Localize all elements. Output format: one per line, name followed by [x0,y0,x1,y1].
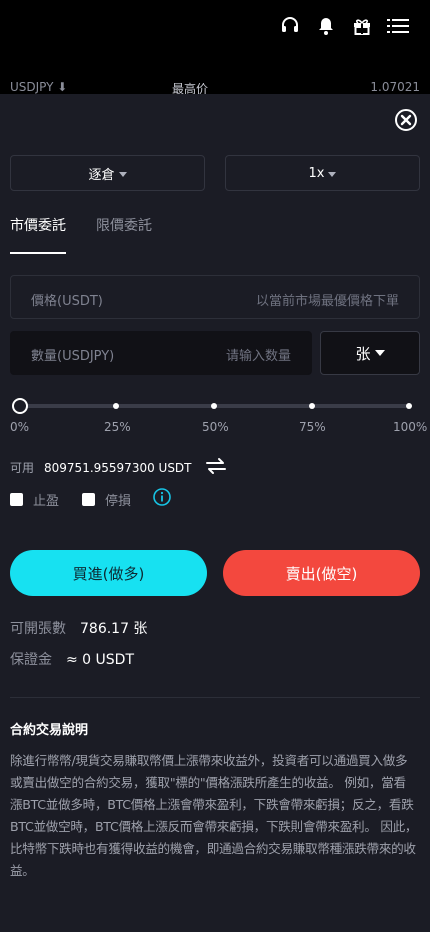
ticker-symbol[interactable]: USDJPY ⬇ [10,80,67,94]
slider-tick-label: 75% [299,420,326,434]
tab-market-order[interactable]: 市價委託 [10,215,66,235]
margin-value: ≈ 0 USDT [66,652,135,668]
margin-mode-value: 逐倉 [88,167,115,183]
chevron-down-icon [328,171,337,177]
margin-label: 保證金 [10,652,52,668]
ticker-row: USDJPY ⬇ 最高价 1.07021 [0,52,430,96]
openable-contracts: 可開張數 786.17 张 [10,618,147,638]
chevron-down-icon [374,350,385,356]
order-panel: 逐倉 1x 市價委託 限價委託 價格(USDT) 以當前市場最優價格下單 數量(… [0,94,430,932]
stop-loss-label: 停損 [105,494,132,509]
quantity-input[interactable]: 數量(USDJPY) 请输入数量 [10,331,312,375]
available-label: 可用 [10,461,35,475]
slider-tick-label: 100% [393,420,428,434]
margin-mode-select[interactable]: 逐倉 [10,155,205,191]
margin-required: 保證金 ≈ 0 USDT [10,649,134,669]
slider-stop-100[interactable] [406,403,412,409]
quantity-slider[interactable] [12,398,412,414]
transfer-icon[interactable] [205,457,227,475]
divider [10,697,420,698]
checkbox-box[interactable] [10,493,23,506]
menu-icon[interactable] [380,13,416,39]
unit-select[interactable]: 张 [320,331,420,375]
info-icon[interactable] [153,488,171,506]
slider-tick-label: 25% [104,420,131,434]
chevron-down-icon [118,171,127,177]
slider-stop-25[interactable] [113,403,119,409]
ticker-value: 1.07021 [370,80,420,94]
quantity-placeholder: 请输入数量 [225,349,291,364]
slider-stop-50[interactable] [211,403,217,409]
close-icon[interactable] [394,108,418,132]
top-bar-icons [272,13,416,39]
description-body: 除進行幣幣/現貨交易賺取幣價上漲帶來收益外，投資者可以通過買入做多或賣出做空的合… [10,753,418,878]
available-balance: 可用 809751.95597300 USDT [10,459,192,476]
slider-stop-75[interactable] [309,403,315,409]
buy-long-button[interactable]: 買進(做多) [10,550,207,596]
slider-tick-label: 0% [10,420,30,434]
openable-label: 可開張數 [10,621,66,637]
take-profit-checkbox[interactable]: 止盈 [10,490,59,509]
slider-thumb[interactable] [12,398,28,414]
headset-icon[interactable] [272,13,308,39]
gift-icon[interactable] [344,13,380,39]
take-profit-label: 止盈 [33,494,60,509]
tab-limit-order[interactable]: 限價委託 [96,215,152,235]
sell-short-button[interactable]: 賣出(做空) [223,550,420,596]
price-field[interactable]: 價格(USDT) 以當前市場最優價格下單 [10,275,420,319]
quantity-label: 數量(USDJPY) [31,349,115,364]
openable-value: 786.17 张 [80,621,148,637]
description-title: 合約交易說明 [10,723,89,738]
unit-value: 张 [355,344,371,363]
top-bar [0,0,430,52]
price-label: 價格(USDT) [31,294,103,309]
leverage-select[interactable]: 1x [225,155,420,191]
price-placeholder: 以當前市場最優價格下單 [255,294,399,309]
checkbox-box[interactable] [82,493,95,506]
available-value: 809751.95597300 USDT [44,461,192,475]
leverage-value: 1x [308,165,325,181]
active-tab-indicator [10,252,66,254]
bell-icon[interactable] [308,13,344,39]
slider-tick-label: 50% [202,420,229,434]
stop-loss-checkbox[interactable]: 停損 [82,490,131,509]
